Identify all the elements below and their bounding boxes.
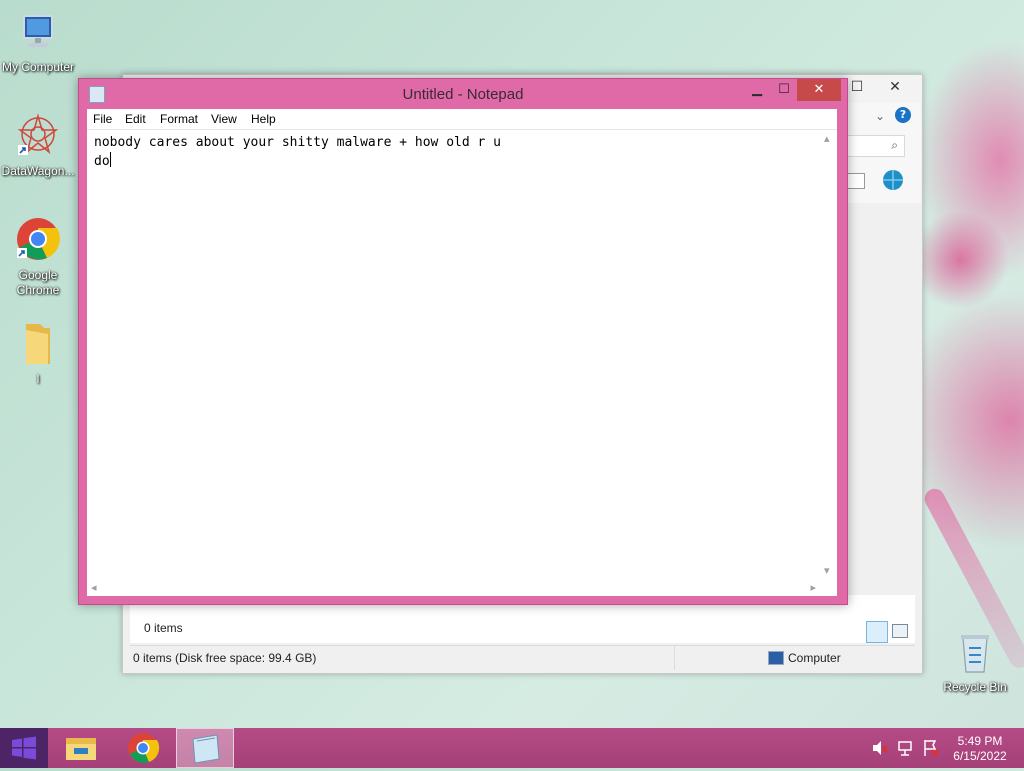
text-line-2-content: do (94, 154, 110, 169)
status-divider (674, 646, 675, 670)
notepad-window[interactable]: Untitled - Notepad ▁ ☐ ✕ File Edit Forma… (78, 78, 848, 605)
menu-edit[interactable]: Edit (125, 112, 146, 126)
desktop-icon-my-computer[interactable]: My Computer (0, 10, 76, 75)
taskbar-file-explorer[interactable] (52, 728, 110, 768)
menu-view[interactable]: View (211, 112, 237, 126)
desktop-icon-chrome[interactable]: Google Chrome (0, 216, 76, 298)
explorer-statusbar: 0 items (Disk free space: 99.4 GB) Compu… (130, 645, 915, 670)
minimize-button[interactable]: ▁ (744, 79, 770, 101)
explorer-item-count: 0 items (144, 621, 183, 635)
chrome-icon (128, 733, 160, 763)
menu-format[interactable]: Format (160, 112, 198, 126)
scroll-right-icon[interactable]: ▸ (810, 581, 816, 594)
globe-icon[interactable] (881, 169, 905, 191)
recycle-bin-icon (937, 630, 1013, 678)
explorer-search-box[interactable]: ⌕ (845, 135, 905, 157)
desktop-icon-label: Recycle Bin (943, 680, 1007, 694)
taskbar: 5:49 PM 6/15/2022 (0, 728, 1024, 768)
clock-time: 5:49 PM (957, 734, 1003, 748)
text-caret (109, 152, 111, 167)
text-editor-area[interactable]: nobody cares about your shitty malware +… (87, 129, 837, 596)
status-disk-space: 0 items (Disk free space: 99.4 GB) (133, 651, 317, 665)
tray-volume[interactable] (870, 728, 890, 768)
scroll-left-icon[interactable]: ◂ (91, 581, 97, 594)
help-icon[interactable]: ? (895, 107, 911, 123)
menu-file[interactable]: File (93, 112, 112, 126)
window-title: Untitled - Notepad (402, 86, 524, 103)
computer-icon (768, 651, 784, 665)
details-view-icon[interactable] (866, 621, 888, 643)
start-button[interactable] (0, 728, 48, 768)
desktop-icon-datawagon[interactable]: DataWagon... (0, 112, 76, 179)
editor-text[interactable]: nobody cares about your shitty malware +… (94, 134, 814, 171)
horizontal-scrollbar[interactable]: ◂ ▸ (87, 579, 820, 596)
notepad-icon (192, 734, 220, 764)
desktop-icon-label: l (36, 372, 40, 386)
desktop-icon-label: DataWagon... (1, 164, 75, 178)
flag-alert-icon (924, 740, 939, 757)
status-location: Computer (788, 651, 841, 665)
file-explorer-icon (66, 738, 96, 760)
network-icon (898, 741, 912, 756)
desktop-icon-folder[interactable]: l (0, 320, 76, 387)
scroll-up-icon[interactable]: ▴ (824, 132, 830, 145)
taskbar-chrome[interactable] (114, 728, 172, 768)
tray-action-center[interactable] (921, 728, 941, 768)
tray-network[interactable] (896, 728, 916, 768)
menu-bar: File Edit Format View Help (87, 109, 837, 129)
chevron-down-icon[interactable]: ⌄ (875, 109, 885, 123)
desktop-icon-label: My Computer (1, 60, 75, 74)
computer-icon (0, 10, 76, 58)
text-line-2: do (94, 152, 814, 171)
text-line-1: nobody cares about your shitty malware +… (94, 135, 501, 150)
large-icons-view-icon[interactable] (892, 624, 908, 638)
notepad-titlebar[interactable]: Untitled - Notepad ▁ ☐ ✕ (79, 79, 847, 109)
windows-logo-icon (12, 736, 36, 760)
desktop-icon-label: Google Chrome (16, 268, 60, 297)
preview-pane-icon[interactable] (845, 173, 865, 189)
taskbar-clock[interactable]: 5:49 PM 6/15/2022 (945, 734, 1015, 764)
resize-grip[interactable] (820, 579, 837, 596)
explorer-toolbar-strip: ⌄ ? ⌕ (845, 103, 921, 203)
chrome-icon (0, 216, 76, 266)
taskbar-notepad[interactable] (176, 728, 234, 768)
datawagon-icon (0, 112, 76, 162)
search-icon: ⌕ (891, 138, 898, 152)
explorer-close-button[interactable]: ✕ (873, 77, 917, 97)
clock-date: 6/15/2022 (953, 749, 1007, 763)
scroll-down-icon[interactable]: ▾ (824, 564, 830, 577)
menu-help[interactable]: Help (251, 112, 276, 126)
vertical-scrollbar[interactable]: ▴ ▾ (820, 130, 837, 579)
maximize-button[interactable]: ☐ (771, 79, 797, 101)
folder-icon (0, 320, 76, 370)
desktop-icon-recycle-bin[interactable]: Recycle Bin (937, 630, 1013, 695)
volume-muted-icon (873, 741, 888, 755)
close-button[interactable]: ✕ (797, 79, 841, 101)
